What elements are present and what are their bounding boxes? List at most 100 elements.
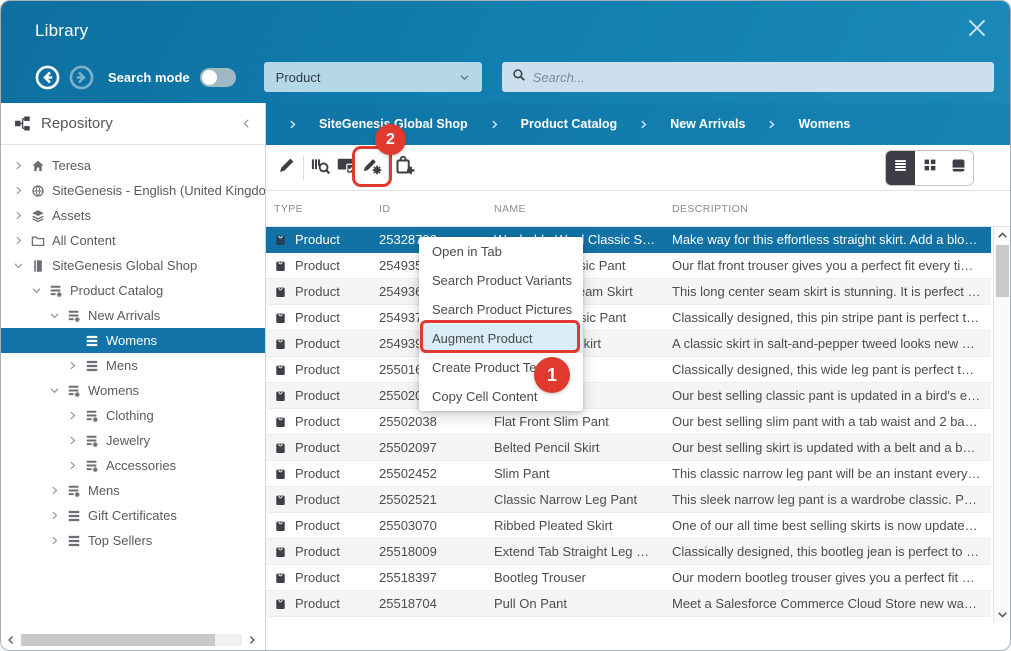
list-view-button[interactable] (886, 151, 915, 185)
breadcrumb-item-womens[interactable]: Womens (798, 117, 850, 131)
chevron-right-icon[interactable] (68, 361, 78, 371)
grid-view-button[interactable] (915, 151, 944, 185)
vertical-scroll-thumb[interactable] (996, 245, 1009, 297)
scroll-down-button[interactable] (997, 606, 1008, 622)
menu-item-search-product-pictures[interactable]: Search Product Pictures (419, 295, 583, 324)
sidebar-item-gift-certificates[interactable]: Gift Certificates (1, 503, 265, 528)
sidebar-item-clothing[interactable]: Clothing (1, 403, 265, 428)
chevron-down-icon[interactable] (50, 386, 60, 396)
card-view-button[interactable] (944, 151, 973, 185)
menu-item-search-product-variants[interactable]: Search Product Variants (419, 266, 583, 295)
sidebar-item-womens[interactable]: Womens (1, 378, 265, 403)
search-product-variants-button[interactable] (307, 151, 333, 185)
table-row[interactable]: Product25493785Pin Stripe Classic PantCl… (266, 305, 991, 331)
chevron-down-icon[interactable] (14, 261, 24, 271)
horizontal-scroll-track[interactable] (21, 634, 242, 646)
forward-button[interactable] (69, 65, 94, 90)
chevron-right-icon[interactable] (50, 511, 60, 521)
table-row[interactable]: Product25502026Classic PantOur best sell… (266, 383, 991, 409)
menu-item-augment-product[interactable]: Augment Product (419, 324, 583, 353)
search-mode-label: Search mode (108, 70, 190, 85)
sidebar-item-teresa[interactable]: Teresa (1, 153, 265, 178)
sidebar-item-all-content[interactable]: All Content (1, 228, 265, 253)
sidebar-item-sitegenesis-english-united-kingdom[interactable]: SiteGenesis - English (United Kingdom) (1, 178, 265, 203)
table-row[interactable]: Product25503070Ribbed Pleated SkirtOne o… (266, 513, 991, 539)
type-select[interactable]: Product (264, 62, 482, 92)
sidebar-item-mens[interactable]: Mens (1, 478, 265, 503)
tree-item-label: Accessories (106, 458, 176, 473)
description-cell: Our best selling slim pant with a tab wa… (666, 414, 991, 429)
create-product-button[interactable] (392, 151, 418, 185)
tree-item-label: Mens (88, 483, 120, 498)
chevron-down-icon[interactable] (32, 286, 42, 296)
breadcrumb-item-new-arrivals[interactable]: New Arrivals (670, 117, 745, 131)
table-row[interactable]: Product25518704Pull On PantMeet a Salesf… (266, 591, 991, 617)
chevron-right-icon[interactable] (14, 161, 24, 171)
type-label: Product (295, 232, 340, 247)
annotation-badge-1: 1 (534, 357, 570, 393)
type-cell: Product (266, 232, 373, 247)
table-row[interactable]: Product25493971Tweed Pencil SkirtA class… (266, 331, 991, 357)
sidebar-item-assets[interactable]: Assets (1, 203, 265, 228)
sidebar-collapse-button[interactable] (241, 118, 252, 129)
augment-product-button[interactable] (359, 151, 385, 185)
chevron-right-icon[interactable] (14, 236, 24, 246)
id-cell: 25518397 (373, 570, 488, 585)
edit-button[interactable] (274, 151, 300, 185)
chevron-right-icon[interactable] (50, 486, 60, 496)
description-cell: This sleek narrow leg pant is a wardrobe… (666, 492, 991, 507)
type-label: Product (295, 284, 340, 299)
back-button[interactable] (35, 65, 60, 90)
search-mode-toggle[interactable] (200, 68, 236, 87)
type-cell: Product (266, 284, 373, 299)
sidebar-item-sitegenesis-global-shop[interactable]: SiteGenesis Global Shop (1, 253, 265, 278)
sidebar-item-mens[interactable]: Mens (1, 353, 265, 378)
chevron-right-icon[interactable] (68, 411, 78, 421)
breadcrumb-item-product-catalog[interactable]: Product Catalog (521, 117, 618, 131)
chevron-right-icon[interactable] (50, 536, 60, 546)
sidebar-item-top-sellers[interactable]: Top Sellers (1, 528, 265, 553)
table-row[interactable]: Product25493571Flat Front Classic PantOu… (266, 253, 991, 279)
column-header-id[interactable]: ID (373, 203, 488, 215)
column-header-name[interactable]: NAME (488, 203, 666, 215)
scroll-right-button[interactable] (245, 635, 259, 645)
table-row[interactable]: Product25518397Bootleg TrouserOur modern… (266, 565, 991, 591)
sidebar-item-womens[interactable]: Womens (1, 328, 265, 353)
vertical-scroll-track[interactable] (996, 243, 1009, 606)
search-input[interactable] (533, 70, 984, 85)
table-row[interactable]: Product25502521Classic Narrow Leg PantTh… (266, 487, 991, 513)
column-header-description[interactable]: DESCRIPTION (666, 203, 991, 215)
table-body: Product25328702Washable Wool Classic Str… (266, 227, 1010, 622)
column-header-type[interactable]: TYPE (266, 203, 373, 215)
bag-plus-icon (395, 155, 415, 180)
table-row[interactable]: Product25501673Wide Leg PantClassically … (266, 357, 991, 383)
scroll-left-button[interactable] (4, 635, 18, 645)
sidebar-item-jewelry[interactable]: Jewelry (1, 428, 265, 453)
tree-item-label: Womens (106, 333, 157, 348)
chevron-down-icon[interactable] (50, 311, 60, 321)
chevron-right-icon[interactable] (14, 186, 24, 196)
table-row[interactable]: Product25502097Belted Pencil SkirtOur be… (266, 435, 991, 461)
sidebar-item-new-arrivals[interactable]: New Arrivals (1, 303, 265, 328)
chevron-right-icon[interactable] (68, 461, 78, 471)
table-row[interactable]: Product25493613Long Center Seam SkirtThi… (266, 279, 991, 305)
sidebar-item-accessories[interactable]: Accessories (1, 453, 265, 478)
menu-item-open-in-tab[interactable]: Open in Tab (419, 237, 583, 266)
scroll-up-button[interactable] (997, 227, 1008, 243)
horizontal-scroll-thumb[interactable] (21, 634, 215, 646)
search-box[interactable] (502, 62, 994, 92)
sidebar-horizontal-scrollbar[interactable] (4, 632, 259, 648)
table-row[interactable]: Product25518730Tapered Leg PantOur best … (266, 617, 991, 622)
sidebar-item-product-catalog[interactable]: Product Catalog (1, 278, 265, 303)
search-product-pictures-button[interactable] (333, 151, 359, 185)
chevron-right-icon[interactable] (14, 211, 24, 221)
table-row[interactable]: Product25518009Extend Tab Straight Leg P… (266, 539, 991, 565)
close-button[interactable] (964, 17, 990, 43)
table-row[interactable]: Product25502038Flat Front Slim PantOur b… (266, 409, 991, 435)
table-row[interactable]: Product25328702Washable Wool Classic Str… (266, 227, 991, 253)
chevron-right-icon[interactable] (68, 436, 78, 446)
tree-item-label: SiteGenesis Global Shop (52, 258, 197, 273)
table-vertical-scrollbar[interactable] (993, 227, 1010, 622)
table-row[interactable]: Product25502452Slim PantThis classic nar… (266, 461, 991, 487)
tree-item-label: Gift Certificates (88, 508, 177, 523)
